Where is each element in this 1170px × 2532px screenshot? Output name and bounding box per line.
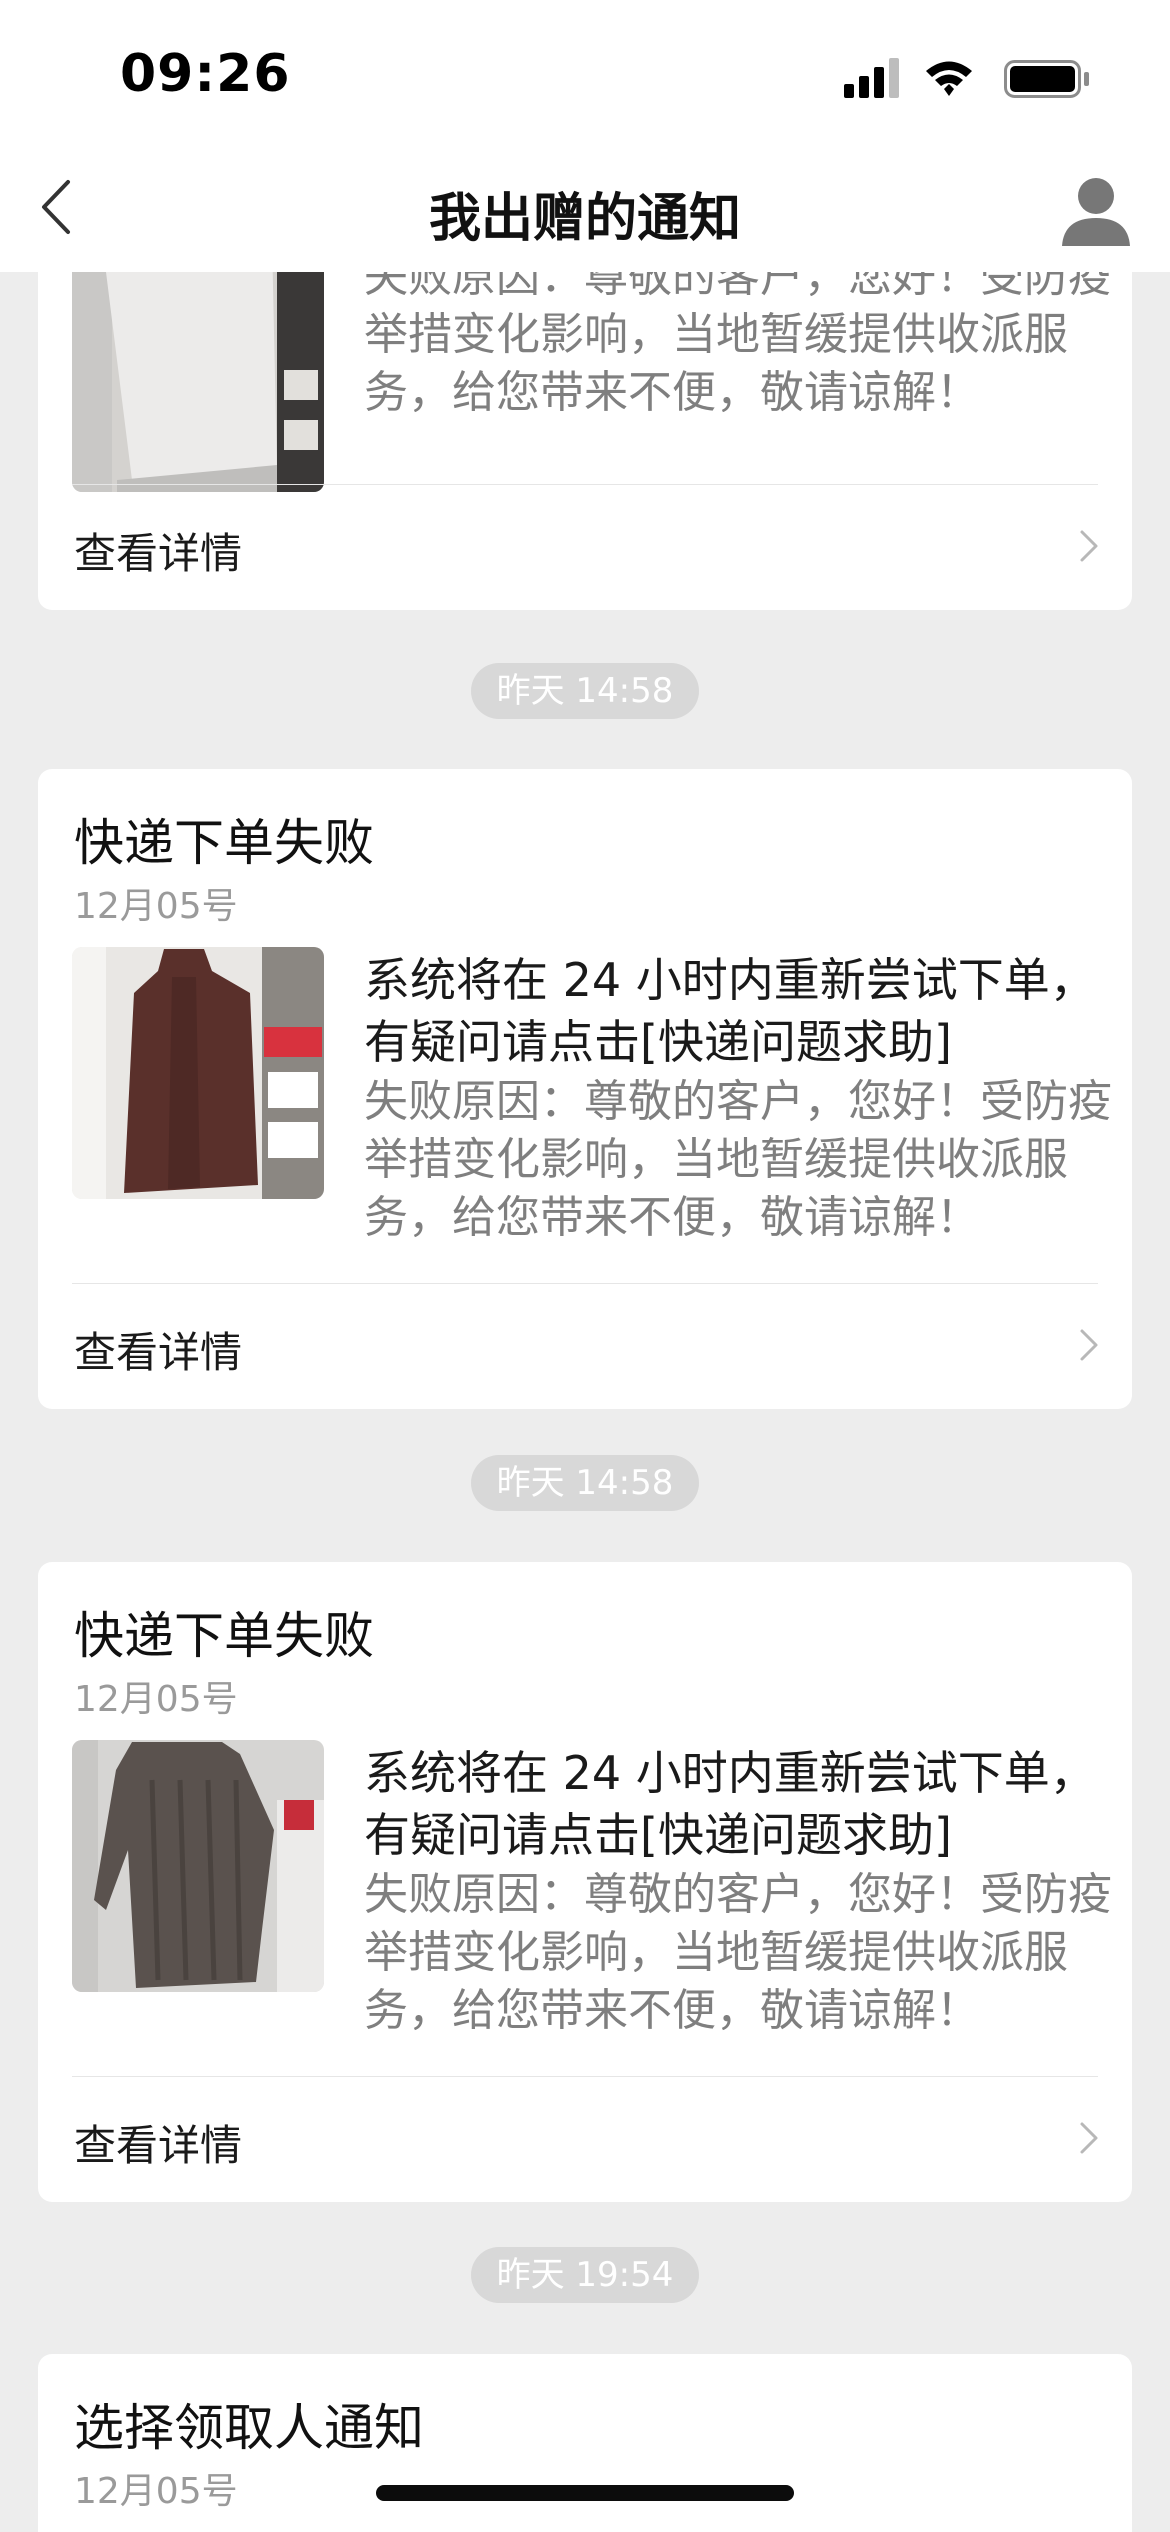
gray-sweater-photo <box>72 1740 324 1992</box>
notification-list[interactable]: 失败原因：尊敬的客户，您好！受防疫举措变化影响，当地暂缓提供收派服务，给您带来不… <box>0 272 1170 2532</box>
status-time: 09:26 <box>120 44 291 104</box>
product-thumbnail[interactable] <box>72 947 324 1199</box>
timestamp-badge: 昨天 14:58 <box>471 663 699 719</box>
notification-card: 快递下单失败 12月05号 系统将在 24 小时内重新尝试下单，有疑问请点击[快… <box>38 769 1132 1409</box>
view-details-link[interactable]: 查看详情 <box>38 1283 1132 1409</box>
white-sweater-dress-photo <box>72 272 324 492</box>
chevron-right-icon <box>1080 2122 1098 2154</box>
chevron-right-icon <box>1080 530 1098 562</box>
view-details-link[interactable]: 查看详情 <box>38 2076 1132 2202</box>
view-details-label: 查看详情 <box>74 1328 243 1377</box>
cellular-signal-icon <box>844 58 899 98</box>
failure-reason: 失败原因：尊敬的客户，您好！受防疫举措变化影响，当地暂缓提供收派服务，给您带来不… <box>364 1076 1112 1243</box>
view-details-link[interactable]: 查看详情 <box>38 484 1132 610</box>
card-date: 12月05号 <box>74 1679 238 1720</box>
home-indicator[interactable] <box>376 2485 794 2501</box>
view-details-label: 查看详情 <box>74 2121 243 2170</box>
card-headline: 系统将在 24 小时内重新尝试下单，有疑问请点击[快递问题求助] <box>364 953 1096 1069</box>
page-title: 我出赠的通知 <box>428 189 741 249</box>
timestamp-badge: 昨天 19:54 <box>471 2247 699 2303</box>
timestamp-badge: 昨天 14:58 <box>471 1455 699 1511</box>
person-icon[interactable] <box>1058 172 1134 248</box>
card-title: 选择领取人通知 <box>74 2399 424 2457</box>
nav-bar: 我出赠的通知 <box>0 150 1170 272</box>
notification-card: 失败原因：尊敬的客户，您好！受防疫举措变化影响，当地暂缓提供收派服务，给您带来不… <box>38 272 1132 610</box>
view-details-label: 查看详情 <box>74 529 243 578</box>
product-thumbnail[interactable] <box>72 1740 324 1992</box>
brown-dress-photo <box>72 947 324 1199</box>
notification-card: 选择领取人通知 12月05号 <box>38 2354 1132 2532</box>
card-headline: 系统将在 24 小时内重新尝试下单，有疑问请点击[快递问题求助] <box>364 1746 1096 1862</box>
status-icons <box>844 58 1089 98</box>
battery-icon <box>1004 60 1089 98</box>
wifi-icon <box>926 61 972 96</box>
chevron-right-icon <box>1080 1329 1098 1361</box>
card-title: 快递下单失败 <box>74 1607 374 1665</box>
product-thumbnail[interactable] <box>72 272 324 492</box>
failure-reason: 失败原因：尊敬的客户，您好！受防疫举措变化影响，当地暂缓提供收派服务，给您带来不… <box>364 1869 1112 2036</box>
status-bar: 09:26 <box>0 0 1170 150</box>
card-date: 12月05号 <box>74 886 238 927</box>
failure-reason: 失败原因：尊敬的客户，您好！受防疫举措变化影响，当地暂缓提供收派服务，给您带来不… <box>364 272 1112 418</box>
card-title: 快递下单失败 <box>74 814 374 872</box>
card-date: 12月05号 <box>74 2471 238 2512</box>
notification-card: 快递下单失败 12月05号 系统将在 24 小时内重新尝试下单，有疑问请点击[快… <box>38 1562 1132 2202</box>
